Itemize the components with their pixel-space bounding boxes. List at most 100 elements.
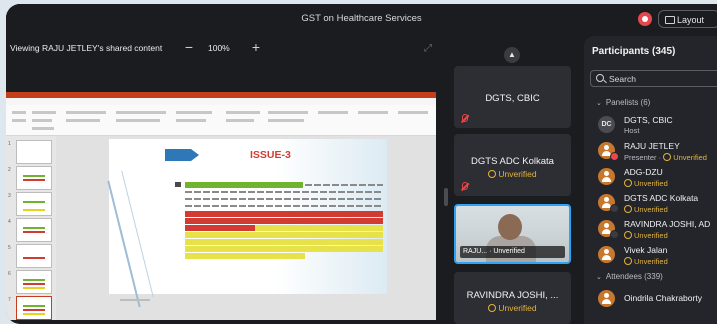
highlight-red [185,218,383,224]
participant-row[interactable]: Oindrila Chakraborty [598,288,717,312]
tile-status: Unverified [454,303,571,313]
search-icon [596,74,604,82]
slide-text-line [185,205,383,207]
participant-name: RAVINDRA JOSHI, AD [624,219,711,229]
expand-icon[interactable]: ⤢ [424,43,434,54]
participant-row[interactable]: RAJU JETLEY Presenter · Unverified [598,140,717,164]
slide-title: ISSUE-3 [250,149,291,161]
participant-name: DGTS ADC Kolkata [624,193,699,203]
participants-title: Participants (345) [592,46,676,57]
highlight-green [185,182,303,188]
highlight-yellow [255,225,383,231]
participant-name: Oindrila Chakraborty [624,293,702,303]
slide-notes-placeholder[interactable] [120,299,150,301]
chevron-down-icon: ⌄ [596,100,602,107]
participant-role: Presenter · Unverified [624,153,707,162]
avatar: DC [598,116,615,133]
slide-text-line [305,184,383,186]
participant-row[interactable]: Vivek Jalan Unverified [598,244,717,268]
slide-thumbnail[interactable]: 2 [8,166,52,190]
highlight-yellow [185,246,383,252]
unverified-icon [624,257,632,265]
avatar [598,290,615,307]
view-bar: Viewing RAJU JETLEY's shared content − 1… [6,34,451,62]
unverified-icon [624,179,632,187]
participant-name: Vivek Jalan [624,245,668,255]
slide-arrow-shape [165,149,199,161]
highlight-yellow [185,253,305,259]
slide-thumbnail[interactable]: 6 [8,270,52,294]
ribbon-tabs [6,98,436,109]
slide-canvas: ISSUE-3 [56,136,436,320]
viewing-label: Viewing RAJU JETLEY's shared content [10,43,163,53]
layout-button[interactable]: Layout [658,10,717,28]
participant-row[interactable]: RAVINDRA JOSHI, AD Unverified [598,218,717,242]
participant-name: RAJU JETLEY [624,141,680,151]
search-input[interactable]: Search [590,70,717,87]
panel-resize-handle[interactable] [444,188,448,206]
zoom-level: 100% [208,43,230,53]
participant-name: ADG-DZU [624,167,663,177]
avatar [598,246,615,263]
zoom-in-button[interactable]: + [249,39,263,55]
sharing-badge-icon [610,152,619,161]
slide-text-line [185,198,383,200]
slide-thumbnail[interactable]: 5 [8,244,52,268]
highlight-red [185,211,383,217]
tile-status: Unverified [454,169,571,179]
participant-tile[interactable]: RAVINDRA JOSHI, ... Unverified [454,272,571,324]
participant-status: Unverified [624,178,668,188]
participant-row[interactable]: DC DGTS, CBIC Host [598,114,717,138]
layout-icon [665,16,675,24]
mic-off-icon [462,182,468,190]
zoom-out-button[interactable]: − [182,39,196,55]
slide-thumbnail[interactable]: 1 [8,140,52,164]
participant-tile[interactable]: DGTS, CBIC [454,66,571,128]
highlight-red [185,225,255,231]
highlight-yellow [185,239,383,245]
participant-status: Unverified [624,230,668,240]
unverified-icon [624,205,632,213]
tile-name: RAVINDRA JOSHI, ... [466,290,559,301]
unverified-icon [663,153,672,161]
slide-thumbnail[interactable]: 3 [8,192,52,216]
participant-role: Host [624,126,640,135]
video-label: RAJU... · Unverified [460,246,565,258]
unverified-icon [488,170,497,178]
shared-screen[interactable]: 1 2 3 4 5 6 7 ISSUE-3 [6,92,436,320]
layout-label: Layout [677,15,705,25]
unverified-icon [624,231,632,239]
device-badge-icon [610,204,619,213]
participant-video[interactable]: RAJU... · Unverified [454,204,571,264]
participant-row[interactable]: DGTS ADC Kolkata Unverified [598,192,717,216]
slide-thumbnail-selected[interactable]: 7 [8,296,52,320]
participant-row[interactable]: ADG-DZU Unverified [598,166,717,190]
avatar [598,168,615,185]
mic-off-icon [462,114,468,122]
slide-thumbnail[interactable]: 4 [8,218,52,242]
panelists-section-header[interactable]: ⌄ Panelists (6) [596,98,650,107]
slide-thumbnails[interactable]: 1 2 3 4 5 6 7 [6,136,57,320]
tile-name: DGTS, CBIC [485,93,540,104]
device-badge-icon [610,230,619,239]
current-slide: ISSUE-3 [107,139,387,308]
scroll-up-button[interactable]: ▲ [504,47,520,63]
participant-name: DGTS, CBIC [624,115,673,125]
participant-status: Unverified [624,204,668,214]
search-placeholder: Search [609,74,636,84]
participant-tile[interactable]: DGTS ADC Kolkata Unverified [454,134,571,196]
meeting-window: GST on Healthcare Services Layout Viewin… [6,4,717,324]
tile-name: DGTS ADC Kolkata [471,156,554,167]
highlight-yellow [185,232,383,238]
unverified-icon [488,304,497,312]
participants-panel: Participants (345) Search ⌄ Panelists (6)… [584,36,717,324]
slide-text-line [185,191,383,193]
bullet-icon [175,182,181,187]
record-icon[interactable] [638,12,652,26]
ribbon-toolbar [6,105,436,136]
attendees-section-header[interactable]: ⌄ Attendees (339) [596,272,663,281]
meeting-title: GST on Healthcare Services [301,13,422,24]
chevron-down-icon: ⌄ [596,274,602,281]
participant-status: Unverified [624,256,668,266]
title-bar: GST on Healthcare Services Layout [6,4,717,34]
